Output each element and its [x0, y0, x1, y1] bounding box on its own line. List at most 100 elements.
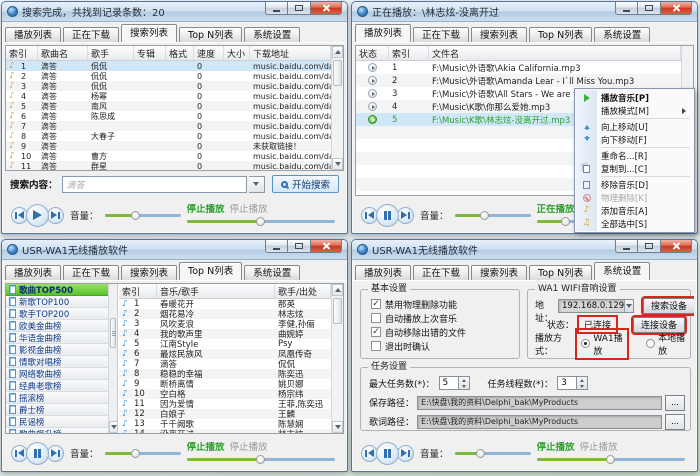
slider-thumb[interactable]: [476, 449, 485, 458]
minimize-button[interactable]: [265, 2, 288, 15]
sidebar-item-影视金曲榜[interactable]: 影视金曲榜: [6, 344, 108, 356]
table-row[interactable]: ♪3滴答侃侃0music.baidu.com/da: [6, 81, 331, 91]
tab-播放列表[interactable]: 播放列表: [355, 265, 411, 280]
column-header[interactable]: 歌曲名: [38, 46, 88, 60]
scroll-thumb[interactable]: [333, 60, 342, 86]
tab-Top N列表[interactable]: Top N列表: [179, 262, 242, 280]
tab-Top N列表[interactable]: Top N列表: [179, 27, 242, 42]
column-header[interactable]: 下载地址: [250, 46, 331, 60]
search-history-dropdown[interactable]: [249, 176, 265, 193]
sidebar-item-华语金曲榜[interactable]: 华语金曲榜: [6, 332, 108, 344]
tab-正在下载[interactable]: 正在下载: [63, 265, 119, 280]
column-header[interactable]: 音乐/歌手: [157, 284, 275, 298]
menu-item[interactable]: 物理删除[K]: [576, 191, 693, 204]
minimize-button[interactable]: [615, 240, 638, 253]
column-header[interactable]: 文件名: [429, 46, 681, 60]
stepper-arrows[interactable]: [459, 376, 470, 390]
pause-button[interactable]: [376, 204, 399, 227]
menu-item[interactable]: 重命名...[R]: [576, 149, 693, 162]
lyric-path-field[interactable]: E:\快盘\我的资料\Delphi_bak\MyProducts: [417, 415, 662, 429]
table-row[interactable]: ♪1滴答侃侃0music.baidu.com/da: [6, 61, 331, 71]
tab-系统设置[interactable]: 系统设置: [244, 265, 300, 280]
tab-播放列表[interactable]: 播放列表: [355, 24, 411, 42]
menu-item[interactable]: 播放模式[M]: [576, 104, 693, 117]
stepper-arrows[interactable]: [577, 376, 588, 390]
menu-item[interactable]: 向下移动[F]: [576, 133, 693, 146]
menu-item[interactable]: ♪添加音乐[A]: [576, 204, 693, 217]
table-row[interactable]: ♪9滴答0未获取链接！: [6, 141, 331, 151]
next-button[interactable]: [397, 207, 414, 224]
menu-item[interactable]: 播放音乐[P]: [576, 91, 693, 104]
search-input[interactable]: 滴答: [62, 176, 247, 193]
table-row[interactable]: 2F:\Music\外语歌\Amanda Lear - I`ll Miss Yo…: [356, 74, 681, 87]
play-button[interactable]: [26, 204, 49, 227]
sidebar-scrollbar[interactable]: [108, 284, 118, 433]
titlebar[interactable]: 正在播放：\林志炫-没离开过: [352, 2, 697, 22]
sidebar-item-爵士榜[interactable]: 爵士榜: [6, 404, 108, 416]
pause-button[interactable]: [26, 442, 49, 465]
scroll-down-button[interactable]: [332, 421, 343, 433]
table-row[interactable]: ♪6滴答陈思成0music.baidu.com/da: [6, 111, 331, 121]
table-row[interactable]: ♪8滴答大春子0music.baidu.com/da: [6, 131, 331, 141]
scroll-thumb[interactable]: [110, 318, 116, 348]
sidebar-item-民谣榜[interactable]: 民谣榜: [6, 416, 108, 428]
next-button[interactable]: [47, 445, 64, 462]
next-button[interactable]: [47, 207, 64, 224]
column-header[interactable]: 格式: [166, 46, 194, 60]
volume-slider[interactable]: [105, 448, 181, 459]
checkbox-row[interactable]: 自动播放上次音乐: [361, 311, 519, 325]
tab-系统设置[interactable]: 系统设置: [594, 27, 650, 42]
search-device-button[interactable]: 搜索设备: [643, 298, 694, 314]
column-header[interactable]: 索引: [119, 284, 157, 298]
local-play-radio[interactable]: 本地播放: [642, 330, 690, 358]
ip-address-select[interactable]: 192.168.0.129: [558, 299, 634, 313]
start-search-button[interactable]: 开始搜索: [272, 175, 339, 193]
column-header[interactable]: 专辑: [134, 46, 166, 60]
column-header[interactable]: 大小: [224, 46, 250, 60]
checkbox-checked-icon[interactable]: ✓: [371, 327, 381, 337]
task-threads-stepper[interactable]: 3: [557, 376, 588, 390]
tab-系统设置[interactable]: 系统设置: [244, 27, 300, 42]
table-row[interactable]: ♪5滴答南风0music.baidu.com/da: [6, 101, 331, 111]
sidebar-item-网络歌曲榜[interactable]: 网络歌曲榜: [6, 368, 108, 380]
tab-正在下载[interactable]: 正在下载: [413, 265, 469, 280]
column-header[interactable]: 索引: [6, 46, 38, 60]
checkbox-icon[interactable]: [371, 313, 381, 323]
vertical-scrollbar[interactable]: [331, 284, 343, 433]
checkbox-row[interactable]: ✓自动移除出错的文件: [361, 325, 519, 339]
sidebar-item-经典老歌榜[interactable]: 经典老歌榜: [6, 380, 108, 392]
close-button[interactable]: [311, 240, 342, 253]
checkbox-icon[interactable]: [371, 341, 381, 351]
tab-搜索列表[interactable]: 搜索列表: [121, 24, 177, 42]
wa1-play-radio[interactable]: WA1播放: [577, 330, 627, 358]
close-button[interactable]: [661, 2, 692, 15]
checkbox-row[interactable]: 退出时确认: [361, 339, 519, 353]
sidebar-item-情歌对唱榜[interactable]: 情歌对唱榜: [6, 356, 108, 368]
tab-播放列表[interactable]: 播放列表: [5, 27, 61, 42]
tab-搜索列表[interactable]: 搜索列表: [471, 27, 527, 42]
save-path-field[interactable]: E:\快盘\我的资料\Delphi_bak\MyProducts: [417, 396, 662, 410]
scroll-up-button[interactable]: [332, 46, 343, 58]
scroll-thumb[interactable]: [333, 298, 342, 324]
column-header[interactable]: 索引: [389, 46, 429, 60]
table-row[interactable]: ♪10滴答曹方0music.baidu.com/da: [6, 151, 331, 161]
tab-Top N列表[interactable]: Top N列表: [529, 265, 592, 280]
slider-thumb[interactable]: [131, 449, 140, 458]
menu-item[interactable]: ♫全部选中[S]: [576, 217, 693, 230]
tab-播放列表[interactable]: 播放列表: [5, 265, 61, 280]
table-row[interactable]: ♪2滴答侃侃0music.baidu.com/da: [6, 71, 331, 81]
progress-slider[interactable]: [187, 216, 335, 227]
checkbox-checked-icon[interactable]: ✓: [371, 299, 381, 309]
tab-搜索列表[interactable]: 搜索列表: [121, 265, 177, 280]
progress-slider[interactable]: [537, 454, 685, 465]
table-row[interactable]: ♪11滴答群星0music.baidu.com/da: [6, 161, 331, 170]
slider-thumb[interactable]: [561, 217, 570, 226]
sidebar-item-歌曲TOP500[interactable]: 歌曲TOP500: [6, 284, 108, 296]
table-row[interactable]: ♪14没离开过林志炫: [119, 429, 331, 433]
titlebar[interactable]: USR-WA1无线播放软件: [2, 240, 347, 260]
sidebar-item-摇滚榜[interactable]: 摇滚榜: [6, 392, 108, 404]
menu-item[interactable]: 向上移动[U]: [576, 120, 693, 133]
browse-lyric-path-button[interactable]: ...: [665, 414, 685, 430]
slider-thumb[interactable]: [256, 217, 265, 226]
column-header[interactable]: 速度: [194, 46, 224, 60]
